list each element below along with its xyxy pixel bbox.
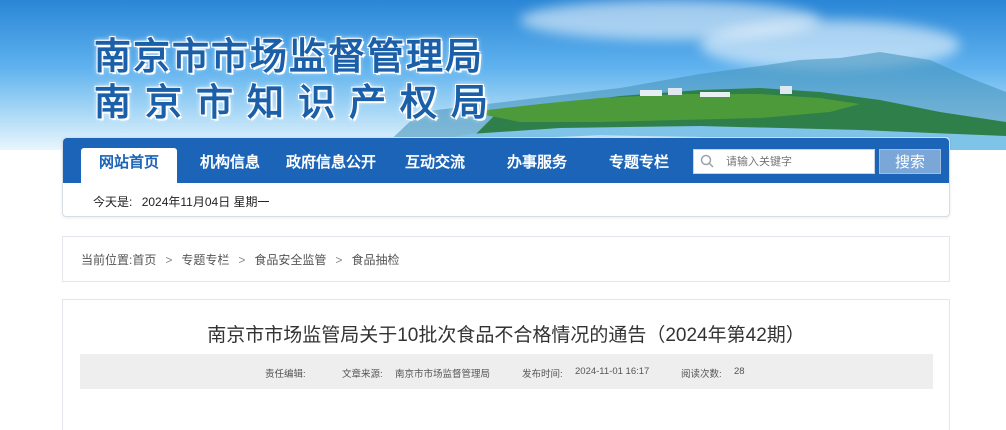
nav-item-organization[interactable]: 机构信息 bbox=[200, 148, 260, 183]
navigation-panel: 网站首页 机构信息 政府信息公开 互动交流 办事服务 专题专栏 搜索 今天是: … bbox=[62, 137, 950, 217]
breadcrumb-separator: > bbox=[238, 253, 246, 267]
breadcrumb: 当前位置:首页 > 专题专栏 > 食品安全监管 > 食品抽检 bbox=[81, 251, 399, 268]
article-panel: 南京市市场监管局关于10批次食品不合格情况的通告（2024年第42期） 责任编辑… bbox=[62, 299, 950, 430]
current-date: 今天是: 2024年11月04日 星期一 bbox=[93, 193, 270, 210]
search-button[interactable]: 搜索 bbox=[879, 149, 941, 174]
source-value: 南京市市场监督管理局 bbox=[395, 369, 491, 380]
nav-item-gov-info[interactable]: 政府信息公开 bbox=[286, 148, 376, 183]
published-value: 2024-11-01 16:17 bbox=[575, 366, 650, 377]
date-prefix: 今天是: bbox=[93, 195, 133, 209]
header-banner: 南京市市场监督管理局 南京市知识产权局 bbox=[0, 0, 1006, 150]
nav-item-home[interactable]: 网站首页 bbox=[81, 148, 177, 183]
nav-item-special-topics[interactable]: 专题专栏 bbox=[609, 148, 669, 183]
article-title: 南京市市场监管局关于10批次食品不合格情况的通告（2024年第42期） bbox=[207, 325, 805, 346]
breadcrumb-special-topics[interactable]: 专题专栏 bbox=[181, 253, 229, 267]
nav-item-services[interactable]: 办事服务 bbox=[507, 148, 567, 183]
breadcrumb-home[interactable]: 首页 bbox=[132, 253, 156, 267]
nav-item-interaction[interactable]: 互动交流 bbox=[405, 148, 465, 183]
views-value: 28 bbox=[734, 366, 745, 377]
search-box bbox=[693, 149, 875, 174]
breadcrumb-separator: > bbox=[335, 253, 343, 267]
main-nav-bar: 网站首页 机构信息 政府信息公开 互动交流 办事服务 专题专栏 搜索 bbox=[63, 138, 949, 183]
breadcrumb-separator: > bbox=[165, 253, 173, 267]
date-value: 2024年11月04日 星期一 bbox=[141, 195, 270, 209]
source-label: 文章来源: bbox=[342, 369, 383, 380]
search-input[interactable] bbox=[726, 153, 866, 171]
editor-label: 责任编辑: bbox=[265, 369, 306, 380]
breadcrumb-food-sampling[interactable]: 食品抽检 bbox=[351, 253, 399, 267]
article-meta-bar: 责任编辑: 文章来源: 南京市市场监督管理局 发布时间: 2024-11-01 … bbox=[80, 354, 933, 389]
breadcrumb-food-safety[interactable]: 食品安全监管 bbox=[254, 253, 326, 267]
views-label: 阅读次数: bbox=[681, 369, 722, 380]
search-icon bbox=[700, 154, 714, 168]
site-title-line2: 南京市知识产权局 bbox=[94, 80, 502, 124]
published-label: 发布时间: bbox=[522, 369, 563, 380]
breadcrumb-prefix: 当前位置: bbox=[81, 253, 133, 267]
breadcrumb-panel: 当前位置:首页 > 专题专栏 > 食品安全监管 > 食品抽检 bbox=[62, 236, 950, 282]
